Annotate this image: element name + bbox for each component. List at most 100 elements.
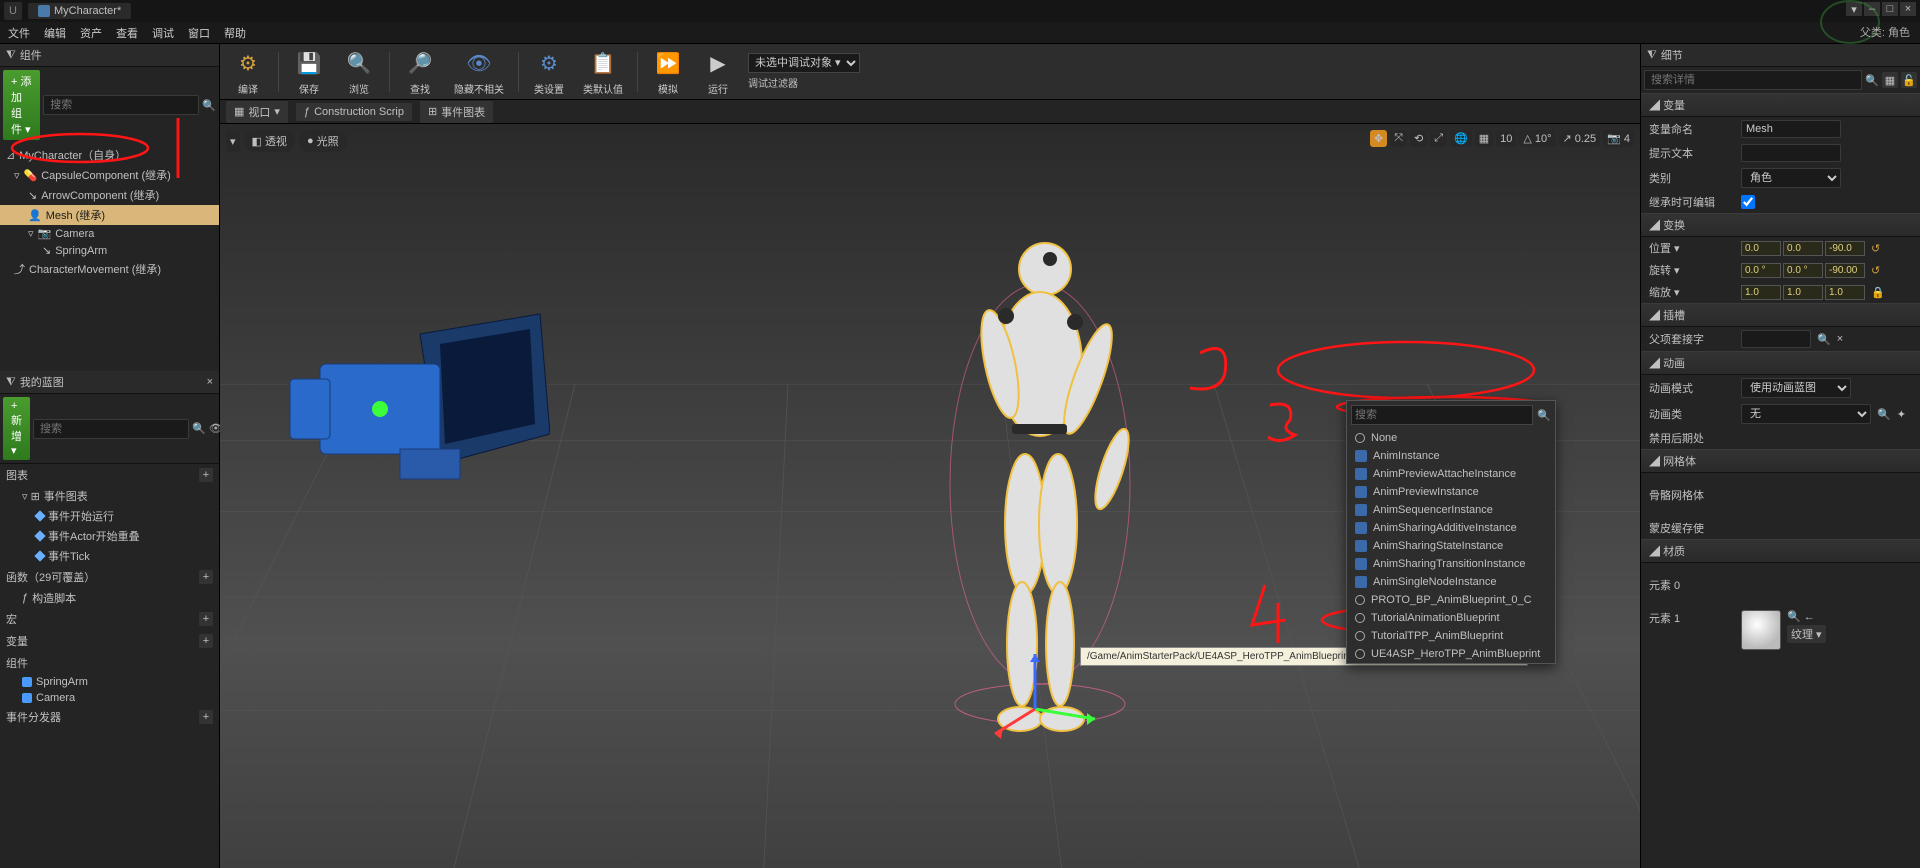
details-search-input[interactable] bbox=[1644, 70, 1862, 90]
class-defaults-button[interactable]: 📋类默认值 bbox=[579, 45, 627, 98]
scale-label[interactable]: 缩放 ▾ bbox=[1649, 284, 1735, 300]
tooltip-field[interactable] bbox=[1741, 144, 1841, 162]
scale-mode-icon[interactable]: ⤢ bbox=[1430, 130, 1447, 147]
viewport-tab[interactable]: ▦视口▾ bbox=[226, 101, 288, 123]
asset-tab[interactable]: MyCharacter* bbox=[28, 3, 131, 19]
rot-z[interactable] bbox=[1825, 263, 1865, 278]
hide-unrelated-button[interactable]: 👁隐藏不相关 bbox=[450, 45, 508, 98]
menu-asset[interactable]: 资产 bbox=[80, 25, 102, 41]
tree-capsule[interactable]: ▿💊CapsuleComponent (继承) bbox=[0, 165, 219, 185]
components-search-input[interactable] bbox=[43, 95, 199, 115]
category-select[interactable]: 角色 bbox=[1741, 168, 1841, 188]
maximize-button[interactable]: □ bbox=[1882, 2, 1898, 16]
menu-view[interactable]: 查看 bbox=[116, 25, 138, 41]
add-icon[interactable]: + bbox=[199, 710, 213, 724]
loc-x[interactable] bbox=[1741, 241, 1781, 256]
dd-item-tutorial[interactable]: TutorialAnimationBlueprint bbox=[1347, 609, 1555, 627]
clear-icon[interactable]: × bbox=[1837, 333, 1843, 345]
find-button[interactable]: 🔎查找 bbox=[400, 45, 440, 98]
var-name-field[interactable] bbox=[1741, 120, 1841, 138]
tree-camera[interactable]: ▿📷Camera bbox=[0, 225, 219, 242]
functions-header[interactable]: 函数（29可覆盖）+ bbox=[0, 566, 219, 588]
search-icon[interactable]: 🔍 bbox=[1537, 409, 1551, 422]
dd-item-preview[interactable]: AnimPreviewInstance bbox=[1347, 483, 1555, 501]
add-icon[interactable]: + bbox=[199, 634, 213, 648]
menu-debug[interactable]: 调试 bbox=[152, 25, 174, 41]
dispatchers-header[interactable]: 事件分发器+ bbox=[0, 706, 219, 728]
editable-checkbox[interactable] bbox=[1741, 195, 1755, 209]
search-icon[interactable]: 🔍 bbox=[1865, 74, 1879, 87]
browse-icon[interactable]: 🔍 ← bbox=[1787, 610, 1826, 623]
minimize-button[interactable]: – bbox=[1864, 2, 1880, 16]
reset-icon[interactable]: ↺ bbox=[1871, 264, 1880, 277]
search-icon[interactable]: 🔍 bbox=[1817, 333, 1831, 346]
overlap-item[interactable]: 事件Actor开始重叠 bbox=[0, 526, 219, 546]
browse-button[interactable]: 🔍浏览 bbox=[339, 45, 379, 98]
rotate-mode-icon[interactable]: ⟲ bbox=[1410, 130, 1427, 147]
property-matrix-icon[interactable]: ▦ bbox=[1882, 72, 1898, 88]
debug-object-select[interactable]: 未选中调试对象 ▾ bbox=[748, 53, 860, 73]
loc-y[interactable] bbox=[1783, 241, 1823, 256]
close-button[interactable]: × bbox=[1900, 2, 1916, 16]
mesh-section[interactable]: ◢ 网格体 bbox=[1641, 449, 1920, 473]
lock-icon[interactable]: 🔓 bbox=[1901, 72, 1917, 88]
transform-section[interactable]: ◢ 变换 bbox=[1641, 213, 1920, 237]
tree-root[interactable]: ⊿MyCharacter（自身） bbox=[0, 145, 219, 165]
anim-mode-select[interactable]: 使用动画蓝图 bbox=[1741, 378, 1851, 398]
macros-header[interactable]: 宏+ bbox=[0, 608, 219, 630]
eventgraph-tab[interactable]: ⊞事件图表 bbox=[420, 101, 493, 123]
var-springarm[interactable]: SpringArm bbox=[0, 674, 219, 690]
new-icon[interactable]: ✦ bbox=[1897, 408, 1906, 421]
vp-dropdown-button[interactable]: ▾ bbox=[226, 130, 240, 152]
simulate-button[interactable]: ⏩模拟 bbox=[648, 45, 688, 98]
world-local-icon[interactable]: 🌐 bbox=[1450, 130, 1472, 147]
tree-charmovement[interactable]: ⤴CharacterMovement (继承) bbox=[0, 259, 219, 279]
material-section[interactable]: ◢ 材质 bbox=[1641, 539, 1920, 563]
anim-section[interactable]: ◢ 动画 bbox=[1641, 351, 1920, 375]
rot-x[interactable] bbox=[1741, 263, 1781, 278]
construction-tab[interactable]: ƒConstruction Scrip bbox=[296, 103, 412, 121]
search-icon[interactable]: 🔍 bbox=[192, 421, 206, 437]
menu-window[interactable]: 窗口 bbox=[188, 25, 210, 41]
lock-scale-icon[interactable]: 🔒 bbox=[1871, 286, 1885, 299]
compile-button[interactable]: ⚙编译 bbox=[228, 45, 268, 98]
add-icon[interactable]: + bbox=[199, 570, 213, 584]
event-graph-item[interactable]: ▿ ⊞事件图表 bbox=[0, 486, 219, 506]
loc-z[interactable] bbox=[1825, 241, 1865, 256]
variables-header[interactable]: 变量+ bbox=[0, 630, 219, 652]
location-label[interactable]: 位置 ▾ bbox=[1649, 240, 1735, 256]
add-component-button[interactable]: + 添加组件 ▾ bbox=[3, 70, 40, 140]
play-button[interactable]: ▶运行 bbox=[698, 45, 738, 98]
lit-button[interactable]: ●光照 bbox=[299, 130, 347, 152]
components-header[interactable]: 组件 bbox=[0, 652, 219, 674]
add-icon[interactable]: + bbox=[199, 468, 213, 482]
dd-item-animinstance[interactable]: AnimInstance bbox=[1347, 447, 1555, 465]
variable-section[interactable]: ◢ 变量 bbox=[1641, 93, 1920, 117]
dd-item-sharingstate[interactable]: AnimSharingStateInstance bbox=[1347, 537, 1555, 555]
var-camera[interactable]: Camera bbox=[0, 690, 219, 706]
search-icon[interactable]: 🔍 bbox=[202, 97, 216, 113]
angle-snap-icon[interactable]: △ 10° bbox=[1519, 130, 1555, 147]
surface-snap-icon[interactable]: ▦ bbox=[1475, 130, 1493, 147]
scale-x[interactable] bbox=[1741, 285, 1781, 300]
construction-script-item[interactable]: ƒ构造脚本 bbox=[0, 588, 219, 608]
tree-arrow[interactable]: ↘ArrowComponent (继承) bbox=[0, 185, 219, 205]
arrow-down-icon[interactable]: ▾ bbox=[1846, 2, 1862, 16]
scale-y[interactable] bbox=[1783, 285, 1823, 300]
graphs-header[interactable]: 图表+ bbox=[0, 464, 219, 486]
tick-item[interactable]: 事件Tick bbox=[0, 546, 219, 566]
dd-item-sharingadditive[interactable]: AnimSharingAdditiveInstance bbox=[1347, 519, 1555, 537]
dd-item-singlenode[interactable]: AnimSingleNodeInstance bbox=[1347, 573, 1555, 591]
myblueprint-search-input[interactable] bbox=[33, 419, 189, 439]
dd-item-previewattache[interactable]: AnimPreviewAttacheInstance bbox=[1347, 465, 1555, 483]
scale-snap-icon[interactable]: ↗ 0.25 bbox=[1559, 130, 1601, 147]
select-mode-icon[interactable]: ✥ bbox=[1370, 130, 1387, 147]
rotation-label[interactable]: 旋转 ▾ bbox=[1649, 262, 1735, 278]
search-icon[interactable]: 🔍 bbox=[1877, 408, 1891, 421]
translate-mode-icon[interactable]: ⤧ bbox=[1390, 130, 1407, 147]
add-icon[interactable]: + bbox=[199, 612, 213, 626]
dd-item-none[interactable]: None bbox=[1347, 429, 1555, 447]
dd-item-sequencer[interactable]: AnimSequencerInstance bbox=[1347, 501, 1555, 519]
dd-item-ue4asp[interactable]: UE4ASP_HeroTPP_AnimBlueprint bbox=[1347, 645, 1555, 663]
camera-speed-icon[interactable]: 📷 4 bbox=[1603, 130, 1634, 147]
